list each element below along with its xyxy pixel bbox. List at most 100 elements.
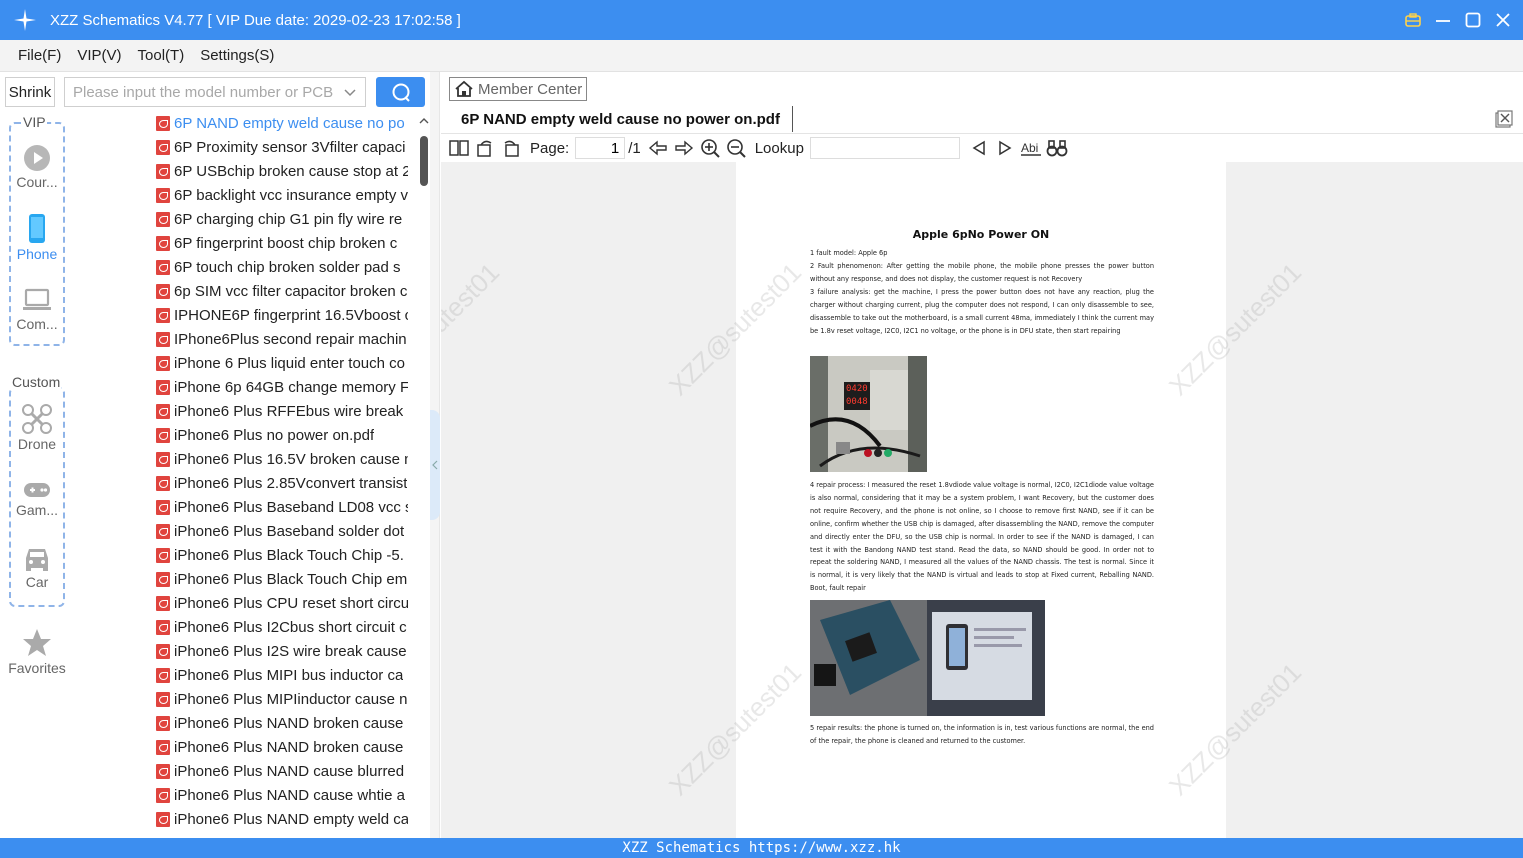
file-row[interactable]: iPhone6 Plus MIPIinductor cause n: [156, 687, 408, 711]
file-row[interactable]: iPhone6 Plus Black Touch Chip em: [156, 567, 408, 591]
search-button[interactable]: [376, 77, 425, 107]
match-case-icon[interactable]: Abi: [1020, 137, 1042, 159]
file-row[interactable]: iPhone6 Plus 2.85Vconvert transist: [156, 471, 408, 495]
find-previous-icon[interactable]: [968, 137, 990, 159]
category-game[interactable]: Gam...: [0, 480, 74, 518]
file-list-scroll-thumb[interactable]: [420, 136, 428, 186]
pdf-file-icon: [156, 739, 170, 755]
search-input[interactable]: [73, 83, 335, 101]
file-list-scrollbar[interactable]: [418, 112, 430, 838]
close-tab-icon[interactable]: [1495, 110, 1513, 128]
rotate-right-icon[interactable]: [500, 137, 522, 159]
file-row[interactable]: IPHONE6P fingerprint 16.5Vboost c: [156, 303, 408, 327]
pdf-file-icon: [156, 427, 170, 443]
menu-file[interactable]: File(F): [10, 47, 69, 64]
menu-tool[interactable]: Tool(T): [130, 47, 193, 64]
document-title: Apple 6pNo Power ON: [912, 228, 1050, 241]
search-row: Shrink: [0, 72, 440, 112]
file-row[interactable]: iPhone6 Plus 16.5V broken cause n: [156, 447, 408, 471]
file-row[interactable]: iPhone6 Plus no power on.pdf: [156, 423, 408, 447]
file-row[interactable]: iPhone6 Plus Baseband solder dot: [156, 519, 408, 543]
pdf-file-icon: [156, 355, 170, 371]
category-rail: VIP Cour... Phone Com... Custom Drone Ga…: [0, 112, 74, 838]
category-favorites[interactable]: Favorites: [0, 628, 74, 676]
viewer-toolbar: Page: /1 Lookup Abi: [441, 134, 1523, 162]
next-page-icon[interactable]: [673, 137, 695, 159]
document-area[interactable]: Apple 6pNo Power ON 1 fault model: Apple…: [441, 162, 1523, 838]
supply-display-current: 0048: [846, 397, 868, 407]
pdf-file-icon: [156, 115, 170, 131]
category-car[interactable]: Car: [0, 544, 74, 590]
lookup-input[interactable]: [809, 137, 960, 159]
file-row[interactable]: iPhone6 Plus MIPI bus inductor ca: [156, 663, 408, 687]
category-course[interactable]: Cour...: [0, 144, 74, 190]
shrink-button[interactable]: Shrink: [5, 77, 55, 107]
menu-vip[interactable]: VIP(V): [69, 47, 129, 64]
previous-page-icon[interactable]: [647, 137, 669, 159]
binoculars-icon[interactable]: [1046, 137, 1068, 159]
power-supply-photo: 0420 0048: [810, 356, 927, 472]
file-row[interactable]: iPhone6 Plus I2Cbus short circuit c: [156, 615, 408, 639]
close-icon[interactable]: [1493, 10, 1513, 30]
find-next-icon[interactable]: [994, 137, 1016, 159]
pdf-file-icon: [156, 403, 170, 419]
file-row[interactable]: IPhone6Plus second repair machin: [156, 327, 408, 351]
file-row[interactable]: iPhone6 Plus NAND cause whtie a: [156, 783, 408, 807]
search-icon: [392, 83, 410, 102]
file-row[interactable]: 6P fingerprint boost chip broken c: [156, 231, 408, 255]
zoom-in-icon[interactable]: [699, 137, 721, 159]
category-drone[interactable]: Drone: [0, 404, 74, 452]
panel-splitter[interactable]: [430, 72, 440, 838]
category-favorites-label: Favorites: [8, 660, 66, 676]
pdf-file-icon: [156, 139, 170, 155]
file-row[interactable]: iPhone6 Plus NAND cause blurred: [156, 759, 408, 783]
pdf-file-icon: [156, 499, 170, 515]
pdf-file-icon: [156, 235, 170, 251]
file-row[interactable]: 6P Proximity sensor 3Vfilter capaci: [156, 135, 408, 159]
page-label: Page:: [530, 139, 570, 157]
file-row[interactable]: iPhone6 Plus NAND broken cause: [156, 735, 408, 759]
file-row[interactable]: iPhone 6 Plus liquid enter touch co: [156, 351, 408, 375]
file-row[interactable]: iPhone6 Plus Black Touch Chip -5.: [156, 543, 408, 567]
page-number-input[interactable]: [575, 137, 626, 159]
file-row[interactable]: iPhone6 Plus CPU reset short circu: [156, 591, 408, 615]
document-tab[interactable]: 6P NAND empty weld cause no power on.pdf: [449, 106, 793, 132]
minimize-icon[interactable]: [1433, 10, 1453, 30]
file-row[interactable]: 6P USBchip broken cause stop at 2: [156, 159, 408, 183]
collapse-handle[interactable]: [430, 410, 440, 520]
rotate-left-icon[interactable]: [474, 137, 496, 159]
file-row[interactable]: 6P touch chip broken solder pad s: [156, 255, 408, 279]
member-center-button[interactable]: Member Center: [449, 77, 587, 101]
pdf-file-icon: [156, 595, 170, 611]
file-row[interactable]: 6P NAND empty weld cause no po: [156, 112, 408, 135]
file-row[interactable]: iPhone6 Plus I2S wire break cause: [156, 639, 408, 663]
category-phone[interactable]: Phone: [0, 214, 74, 262]
zoom-out-icon[interactable]: [725, 137, 747, 159]
file-row[interactable]: 6p SIM vcc filter capacitor broken c: [156, 279, 408, 303]
watermark-text: XZZ@sutest01: [441, 257, 506, 402]
category-course-label: Cour...: [16, 174, 58, 190]
search-combobox[interactable]: [64, 77, 366, 107]
file-row[interactable]: iPhone6 Plus NAND empty weld ca: [156, 807, 408, 831]
file-row[interactable]: 6P backlight vcc insurance empty v: [156, 183, 408, 207]
doc-paragraph: 4 repair process: I measured the reset 1…: [810, 481, 1154, 593]
file-row[interactable]: iPhone6 Plus Baseband LD08 vcc s: [156, 495, 408, 519]
laptop-icon: [23, 288, 51, 310]
file-row[interactable]: 6P charging chip G1 pin fly wire re: [156, 207, 408, 231]
maximize-icon[interactable]: [1463, 10, 1483, 30]
doc-paragraph: 3 failure analysis: get the machine, I p…: [810, 288, 1154, 335]
file-row[interactable]: iPhone6 Plus RFFEbus wire break: [156, 399, 408, 423]
two-page-view-icon[interactable]: [448, 137, 470, 159]
page-total: /1: [628, 139, 641, 157]
file-row[interactable]: iPhone6 Plus NAND broken cause: [156, 711, 408, 735]
file-row[interactable]: iPhone 6p 64GB change memory F: [156, 375, 408, 399]
menu-settings[interactable]: Settings(S): [192, 47, 282, 64]
vip-briefcase-icon[interactable]: [1403, 10, 1423, 30]
chevron-down-icon[interactable]: [343, 85, 357, 103]
doc-paragraph: 5 repair results: the phone is turned on…: [810, 724, 1154, 745]
category-computer[interactable]: Com...: [0, 288, 74, 332]
pdf-file-icon: [156, 259, 170, 275]
category-game-label: Gam...: [15, 502, 58, 518]
scroll-up-icon[interactable]: [418, 115, 430, 127]
pdf-file-icon: [156, 475, 170, 491]
